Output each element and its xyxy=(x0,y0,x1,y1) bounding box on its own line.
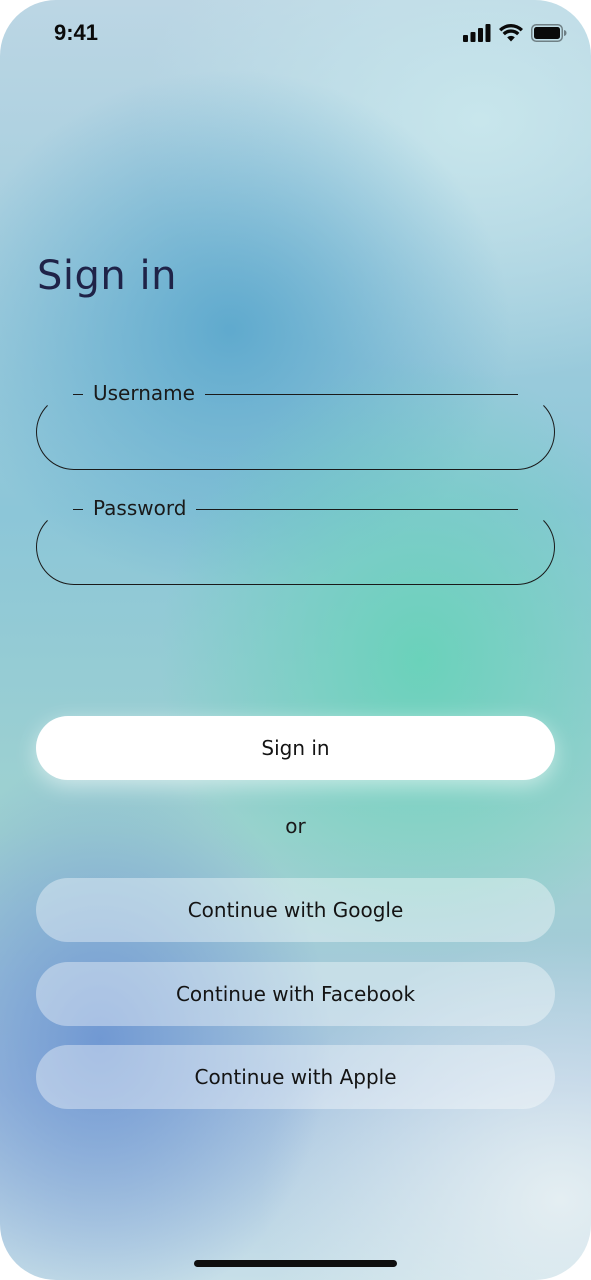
status-bar: 9:41 xyxy=(0,0,591,70)
field-outline-left xyxy=(73,393,83,395)
username-label: Username xyxy=(93,381,195,405)
username-field[interactable]: Username xyxy=(36,381,555,470)
or-divider: or xyxy=(285,814,306,838)
sign-in-screen: 9:41 Sign in Username Password Sign in o… xyxy=(0,0,591,1280)
field-outline-right xyxy=(196,508,518,510)
battery-icon xyxy=(531,24,567,42)
continue-with-apple-button[interactable]: Continue with Apple xyxy=(36,1045,555,1109)
continue-with-facebook-button[interactable]: Continue with Facebook xyxy=(36,962,555,1026)
cellular-signal-icon xyxy=(463,24,491,42)
status-icons xyxy=(463,24,567,42)
wifi-icon xyxy=(499,24,523,42)
home-indicator[interactable] xyxy=(194,1260,397,1267)
username-input[interactable] xyxy=(67,415,524,453)
password-input[interactable] xyxy=(67,530,524,568)
continue-with-google-button[interactable]: Continue with Google xyxy=(36,878,555,942)
page-title: Sign in xyxy=(37,252,177,299)
password-label: Password xyxy=(93,496,187,520)
field-outline-left xyxy=(73,508,83,510)
status-time: 9:41 xyxy=(54,20,99,45)
password-field[interactable]: Password xyxy=(36,496,555,585)
field-outline-right xyxy=(205,393,518,395)
sign-in-button[interactable]: Sign in xyxy=(36,716,555,780)
